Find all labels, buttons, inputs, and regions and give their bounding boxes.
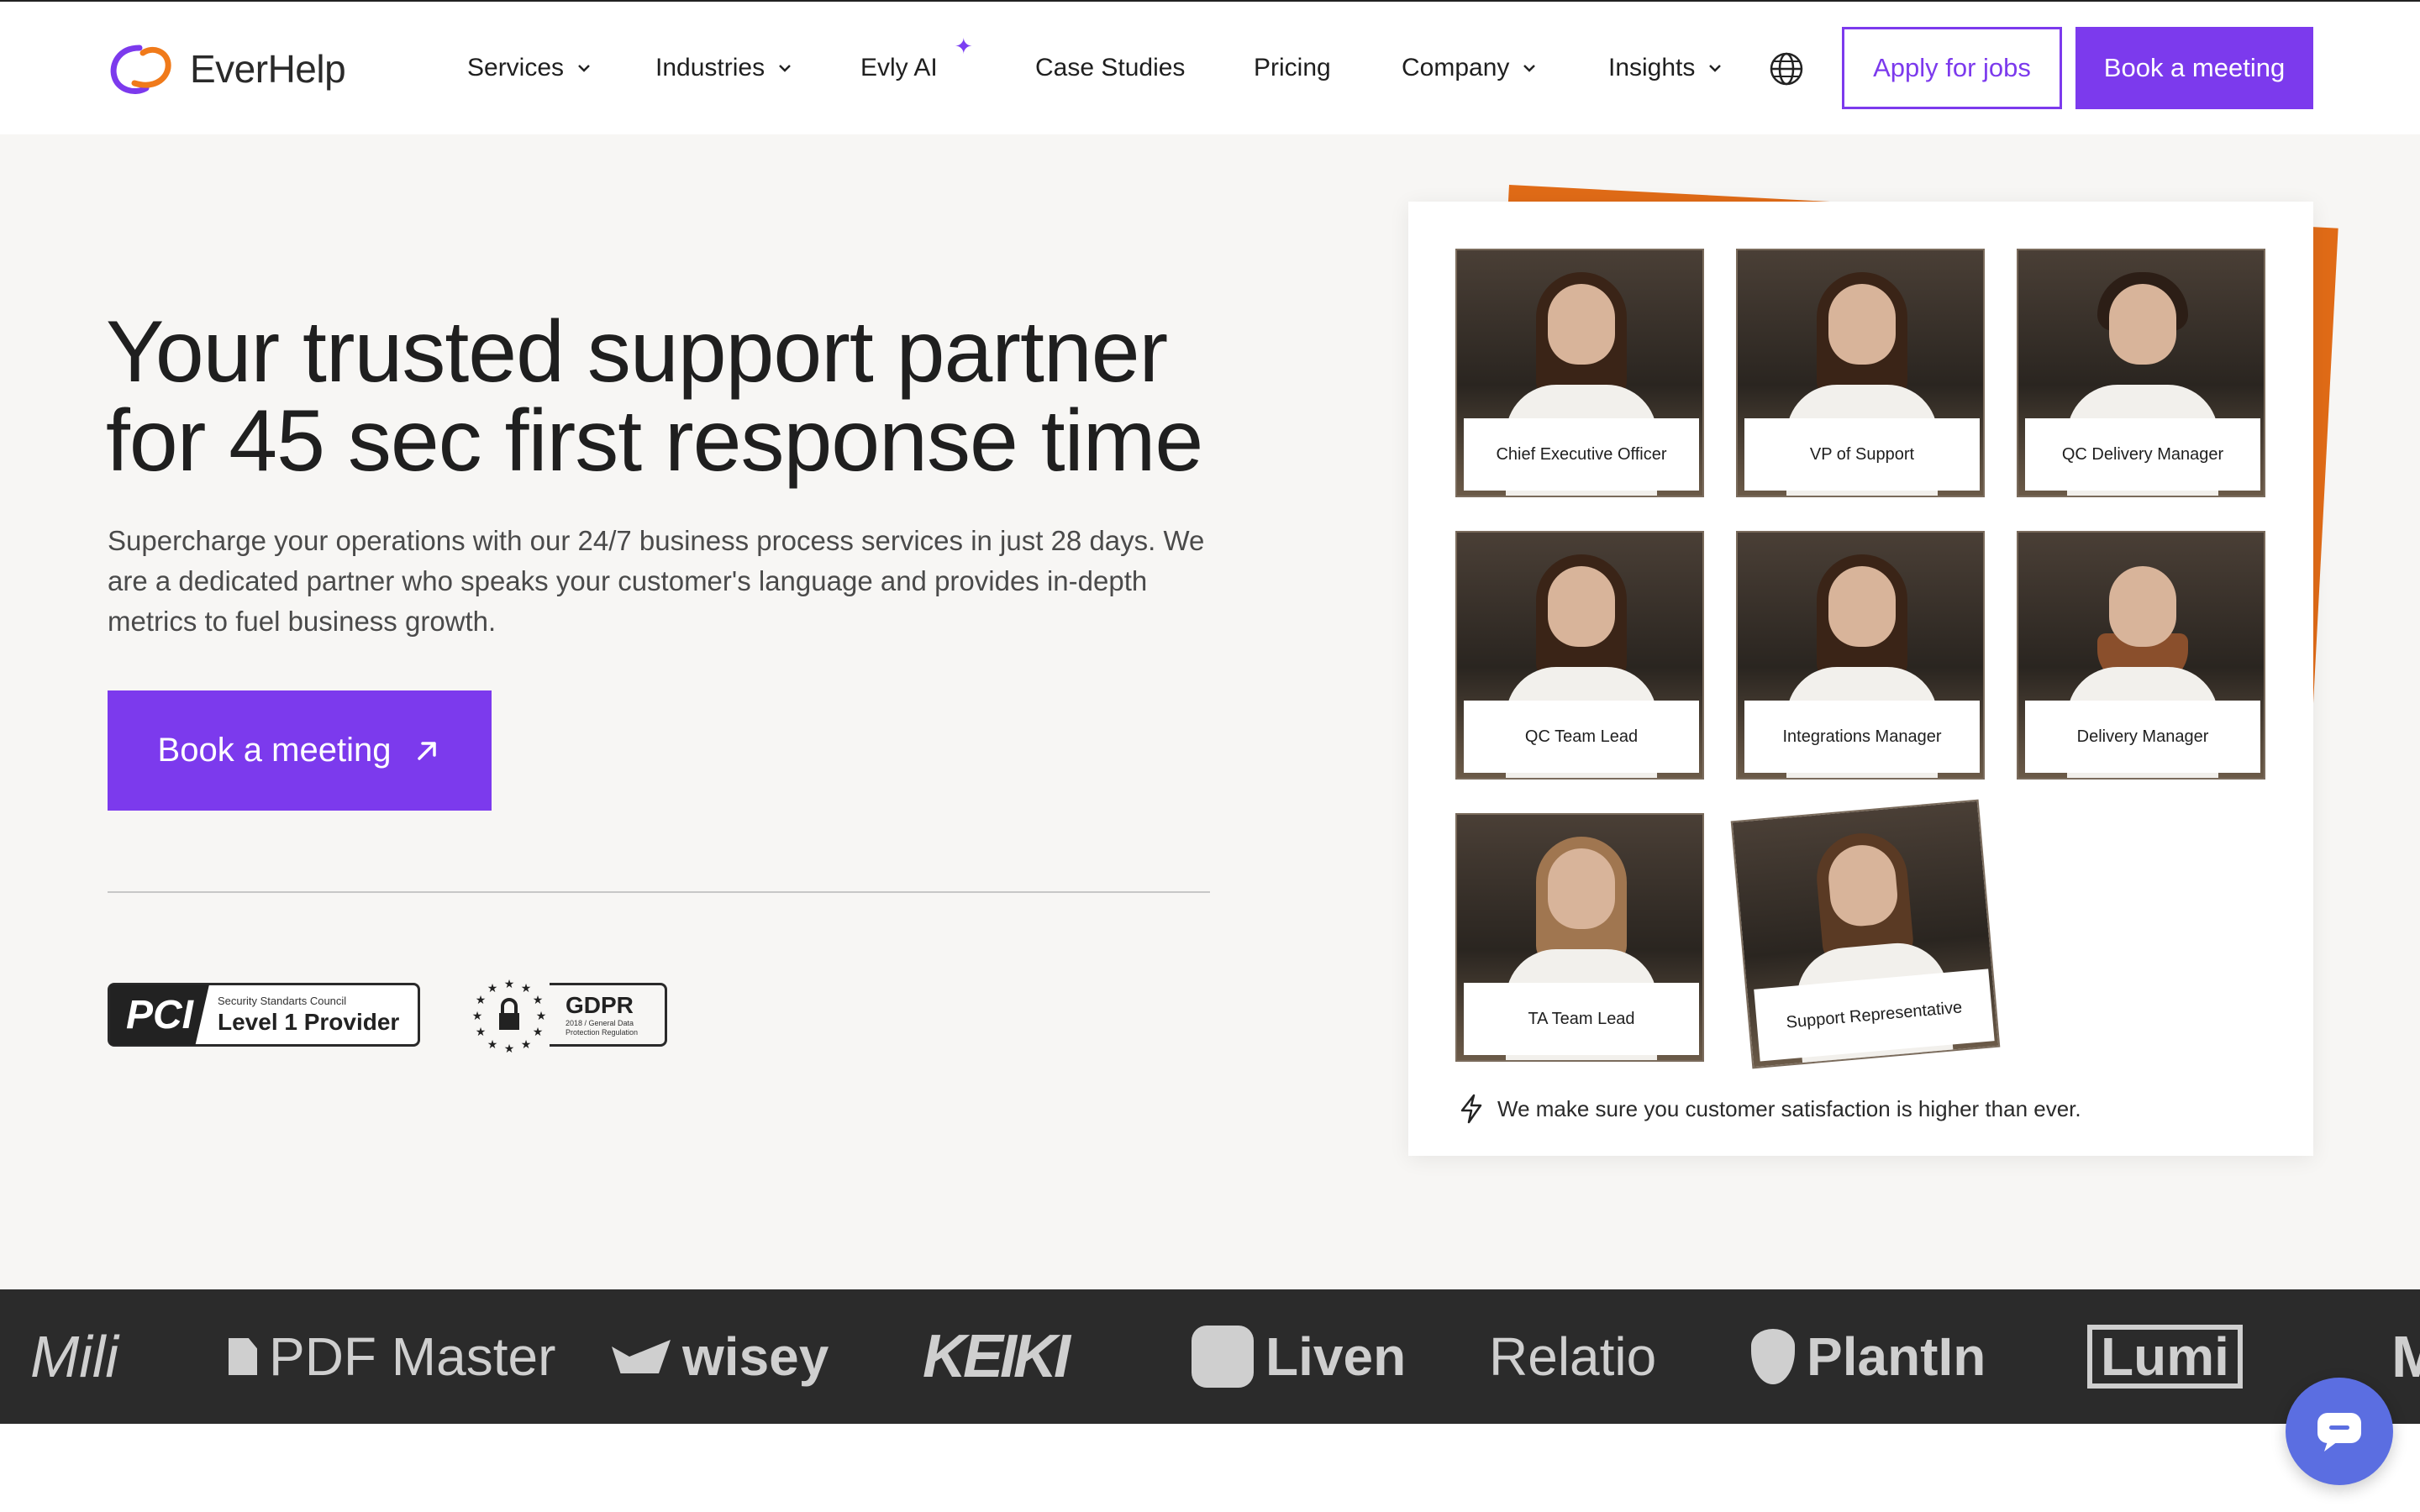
pci-badge: PCI Security Standarts Council Level 1 P… (108, 983, 420, 1047)
wisey-mark-icon (612, 1340, 671, 1373)
client-logo-wisey: wisey (612, 1289, 829, 1424)
client-logo-mili: Mili (30, 1324, 118, 1389)
client-logo-relatio: Relatio (1489, 1326, 1657, 1387)
gdpr-subtitle: 2018 / General Data Protection Regulatio… (566, 1019, 639, 1037)
card-note-text: We make sure you customer satisfaction i… (1497, 1095, 2081, 1121)
hero-title: Your trusted support partner for 45 sec … (106, 307, 1366, 486)
gdpr-badge: GDPR 2018 / General Data Protection Regu… (469, 974, 667, 1055)
svg-text:★: ★ (476, 994, 487, 1007)
hero-subtitle: Supercharge your operations with our 24/… (108, 525, 1205, 637)
sparkle-icon: ✦ (954, 34, 973, 59)
svg-text:★: ★ (487, 1038, 498, 1052)
nav-label: Pricing (1254, 54, 1331, 81)
client-logo-keiki: KEIKI (923, 1323, 1071, 1390)
nav-label: Evly AI (860, 54, 938, 81)
svg-text:★: ★ (533, 1026, 544, 1039)
chevron-down-icon (1709, 65, 1722, 72)
nav-services[interactable]: Services (467, 54, 592, 82)
client-logos-strip: Mili PDF Master wisey KEIKI Liven Relati… (0, 1289, 2420, 1424)
nav-industries[interactable]: Industries (655, 54, 793, 82)
hero-cta-label: Book a meeting (157, 732, 392, 769)
globe-icon[interactable] (1768, 50, 1805, 87)
pci-logo: PCI (110, 984, 209, 1045)
nav-label: Company (1402, 54, 1510, 81)
svg-text:★: ★ (521, 1038, 532, 1052)
svg-text:★: ★ (536, 1010, 547, 1023)
team-member-card: QC Team Lead (1455, 531, 1704, 780)
nav-label: Industries (655, 54, 765, 81)
pci-council-text: Security Standarts Council (218, 994, 347, 1007)
nav-pricing[interactable]: Pricing (1254, 54, 1331, 82)
member-role: Support Representative (1754, 969, 1995, 1062)
hero-title-line-1: Your trusted support partner (106, 303, 1168, 401)
chevron-down-icon (578, 65, 590, 72)
chevron-down-icon (1523, 65, 1536, 72)
nav-evly-ai[interactable]: Evly AI ✦ (860, 34, 973, 82)
client-logo-pdf-master: PDF Master (229, 1289, 555, 1424)
site-header: EverHelp Services Industries Evly AI ✦ C… (0, 0, 2420, 134)
member-role: TA Team Lead (1464, 983, 1699, 1055)
liven-mark-icon (1192, 1326, 1254, 1388)
member-role: Chief Executive Officer (1464, 418, 1699, 491)
client-logo-lumi: Lumi (2087, 1289, 2243, 1424)
team-member-card: TA Team Lead (1455, 813, 1704, 1062)
book-meeting-hero-button[interactable]: Book a meeting (108, 690, 492, 811)
nav-company[interactable]: Company (1402, 54, 1538, 82)
document-icon (229, 1338, 257, 1375)
svg-text:★: ★ (533, 994, 544, 1007)
everhelp-logo[interactable]: EverHelp (106, 39, 346, 99)
everhelp-logo-icon (110, 45, 171, 94)
below-fold-area (0, 1424, 2420, 1512)
svg-text:★: ★ (521, 982, 532, 995)
nav-label: Services (467, 54, 565, 81)
leaf-icon (1751, 1329, 1795, 1384)
team-member-card: VP of Support (1736, 249, 1985, 497)
chat-icon (2317, 1413, 2361, 1452)
pci-level-text: Level 1 Provider (218, 1008, 400, 1035)
member-role: QC Team Lead (1464, 701, 1699, 773)
nav-insights[interactable]: Insights (1608, 54, 1723, 82)
lightning-icon (1460, 1094, 1482, 1124)
team-member-card: Integrations Manager (1736, 531, 1985, 780)
card-note: We make sure you customer satisfaction i… (1459, 1094, 2081, 1124)
member-role: QC Delivery Manager (2025, 418, 2260, 491)
svg-text:★: ★ (487, 982, 498, 995)
eu-stars-lock-icon: ★ ★★ ★★★ ★★★ ★★★ (469, 974, 550, 1055)
chevron-down-icon (779, 65, 791, 72)
chat-widget-button[interactable] (2286, 1378, 2393, 1485)
hero-divider (108, 891, 1210, 893)
team-card: Chief Executive Officer VP of Support QC… (1408, 202, 2313, 1156)
svg-text:★: ★ (504, 1042, 515, 1055)
client-logo-plantin: PlantIn (1751, 1289, 1986, 1424)
nav-label: Case Studies (1035, 54, 1186, 81)
member-role: Integrations Manager (1744, 701, 1980, 773)
nav-label: Insights (1608, 54, 1696, 81)
team-member-card: Support Representative (1730, 799, 2001, 1069)
team-member-card: Delivery Manager (2017, 531, 2265, 780)
team-member-card: Chief Executive Officer (1455, 249, 1704, 497)
member-role: VP of Support (1744, 418, 1980, 491)
book-meeting-header-button[interactable]: Book a meeting (2075, 27, 2313, 109)
gdpr-title: GDPR (566, 992, 634, 1018)
svg-text:★: ★ (504, 978, 515, 991)
client-logo-partial: M (2391, 1324, 2420, 1389)
svg-text:★: ★ (476, 1026, 487, 1039)
svg-text:★: ★ (472, 1010, 483, 1023)
client-logo-liven: Liven (1192, 1289, 1406, 1424)
team-member-card: QC Delivery Manager (2017, 249, 2265, 497)
apply-for-jobs-button[interactable]: Apply for jobs (1842, 27, 2062, 109)
logo-wordmark: EverHelp (190, 47, 346, 91)
arrow-up-right-icon (418, 741, 437, 760)
member-role: Delivery Manager (2025, 701, 2260, 773)
hero-title-line-2: for 45 sec first response time (106, 392, 1203, 490)
nav-case-studies[interactable]: Case Studies (1035, 54, 1185, 82)
